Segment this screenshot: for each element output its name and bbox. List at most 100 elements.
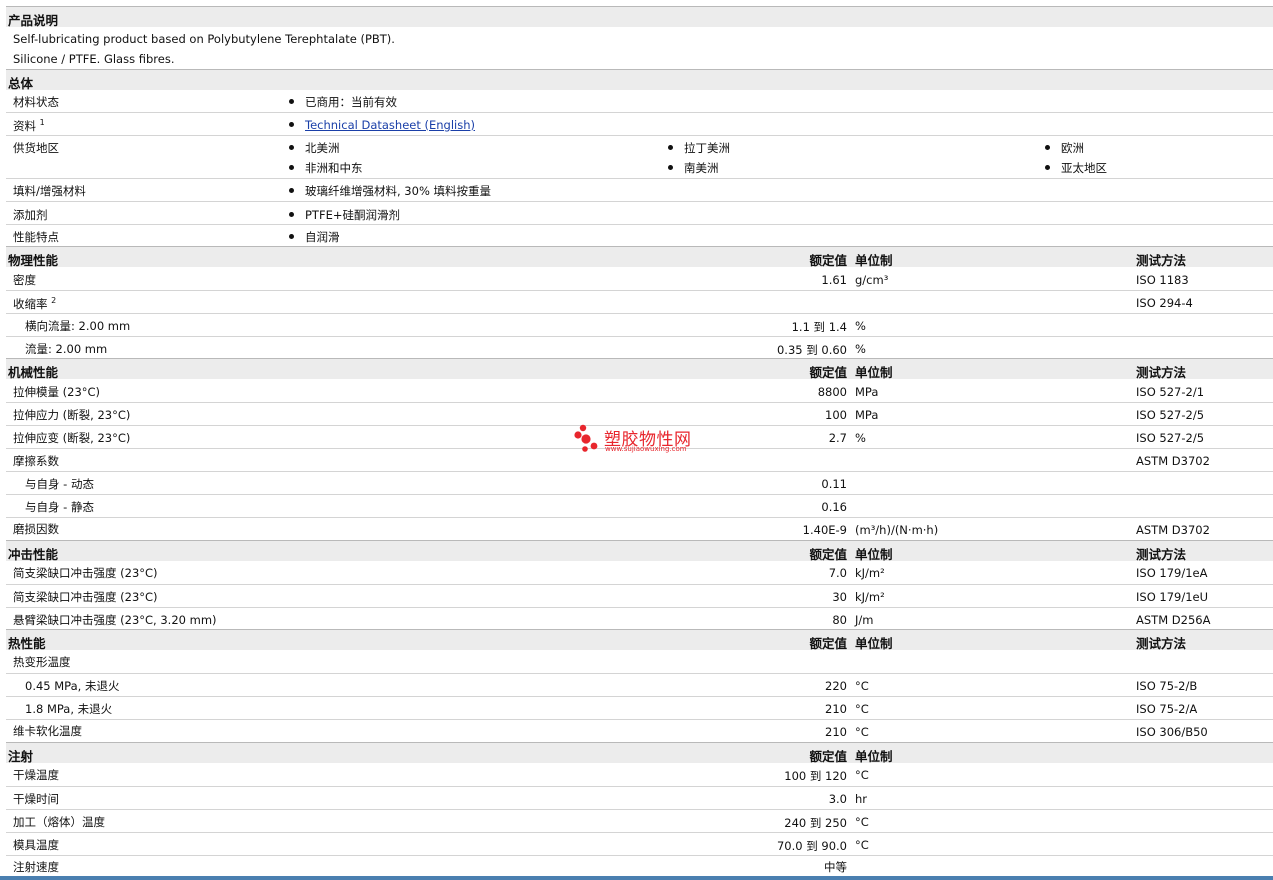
property-unit: MPa (855, 385, 879, 399)
property-value: 3.0 (828, 792, 847, 806)
supply-region: 欧洲 (1045, 140, 1084, 156)
property-unit: °C (855, 815, 869, 829)
general-row-status: 材料状态 已商用：当前有效 (6, 90, 1273, 112)
property-value: 240 到 250 (784, 816, 847, 830)
property-unit: hr (855, 792, 868, 806)
section-header-mechanical: 机械性能 额定值 单位制 测试方法 (6, 358, 1273, 380)
supply-region: 北美洲 (289, 140, 340, 156)
property-label: 干燥温度 (13, 768, 59, 782)
property-unit: (m³/h)/(N·m·h) (855, 523, 939, 537)
property-row: 模具温度 70.0 到 90.0 °C (6, 832, 1273, 855)
property-value: 中等 (824, 860, 847, 874)
property-row: 干燥温度 100 到 120 °C (6, 763, 1273, 786)
section-header-injection: 注射 额定值 单位制 (6, 742, 1273, 764)
property-unit: % (855, 431, 866, 445)
test-method: ISO 1183 (1136, 273, 1189, 287)
property-label: 拉伸应变 (断裂, 23°C) (13, 431, 131, 445)
supply-region: 南美洲 (668, 160, 719, 176)
property-unit: °C (855, 725, 869, 739)
row-label: 填料/增强材料 (13, 184, 86, 198)
property-row: 横向流量: 2.00 mm 1.1 到 1.4 % (6, 313, 1273, 336)
property-row: 干燥时间 3.0 hr (6, 786, 1273, 809)
property-value: 8800 (817, 385, 847, 399)
property-label: 干燥时间 (13, 792, 59, 806)
footnote-marker: 2 (51, 296, 57, 306)
property-value: 210 (825, 702, 847, 716)
bottom-scroll-edge (0, 876, 1273, 880)
property-unit: °C (855, 679, 869, 693)
property-unit: J/m (855, 613, 874, 627)
property-value: 210 (825, 725, 847, 739)
property-row: 与自身 - 动态 0.11 (6, 471, 1273, 494)
row-value: PTFE+硅酮润滑剂 (289, 207, 400, 223)
property-label: 摩擦系数 (13, 454, 59, 468)
property-unit: °C (855, 768, 869, 782)
property-label: 横向流量: 2.00 mm (25, 319, 131, 333)
property-row: 磨损因数 1.40E-9 (m³/h)/(N·m·h) ASTM D3702 (6, 517, 1273, 540)
test-method: ISO 179/1eU (1136, 590, 1209, 604)
section-header-physical: 物理性能 额定值 单位制 测试方法 (6, 246, 1273, 268)
property-unit: °C (855, 702, 869, 716)
property-label: 密度 (13, 273, 36, 287)
property-value: 100 到 120 (784, 769, 847, 783)
property-row: 拉伸模量 (23°C) 8800 MPa ISO 527-2/1 (6, 379, 1273, 402)
logo-dots-icon (574, 424, 598, 452)
description-line: Silicone / PTFE. Glass fibres. (13, 52, 175, 66)
property-label: 流量: 2.00 mm (25, 342, 108, 356)
property-row: 加工（熔体）温度 240 到 250 °C (6, 809, 1273, 832)
property-label: 收缩率 2 (13, 296, 57, 311)
test-method: ISO 306/B50 (1136, 725, 1208, 739)
property-value: 80 (832, 613, 847, 627)
property-value: 0.35 到 0.60 (776, 343, 847, 357)
test-method: ASTM D3702 (1136, 454, 1210, 468)
property-row: 流量: 2.00 mm 0.35 到 0.60 % (6, 336, 1273, 358)
supply-region: 拉丁美洲 (668, 140, 730, 156)
test-method: ISO 527-2/1 (1136, 385, 1205, 399)
test-method: ISO 294-4 (1136, 296, 1193, 310)
description-line: Self-lubricating product based on Polybu… (13, 32, 395, 46)
test-method: ISO 527-2/5 (1136, 431, 1205, 445)
property-value: 7.0 (828, 566, 847, 580)
section-header-general: 总体 (6, 69, 1273, 91)
property-value: 2.7 (828, 431, 847, 445)
test-method: ISO 527-2/5 (1136, 408, 1205, 422)
property-row: 0.45 MPa, 未退火 220 °C ISO 75-2/B (6, 673, 1273, 696)
technical-datasheet-link[interactable]: Technical Datasheet (English) (305, 118, 475, 132)
property-row: 注射速度 中等 (6, 855, 1273, 877)
row-label: 添加剂 (13, 208, 48, 222)
property-row: 收缩率 2 ISO 294-4 (6, 290, 1273, 313)
property-label: 与自身 - 动态 (25, 477, 94, 491)
property-label: 简支梁缺口冲击强度 (23°C) (13, 590, 158, 604)
section-header-description: 产品说明 (6, 6, 1273, 28)
property-value: 220 (825, 679, 847, 693)
property-label: 维卡软化温度 (13, 724, 82, 738)
property-label: 热变形温度 (13, 655, 71, 669)
general-row-docs: 资料 1 Technical Datasheet (English) (6, 112, 1273, 135)
row-value: 自润滑 (289, 229, 340, 245)
property-row: 1.8 MPa, 未退火 210 °C ISO 75-2/A (6, 696, 1273, 719)
property-unit: g/cm³ (855, 273, 889, 287)
section-header-impact: 冲击性能 额定值 单位制 测试方法 (6, 540, 1273, 562)
property-row: 维卡软化温度 210 °C ISO 306/B50 (6, 719, 1273, 742)
watermark-logo: 塑胶物性网 www.sujiaowuxing.com (574, 424, 714, 456)
property-label: 拉伸应力 (断裂, 23°C) (13, 408, 131, 422)
description-block: Self-lubricating product based on Polybu… (6, 27, 1273, 69)
row-value: 已商用：当前有效 (289, 94, 397, 110)
property-label: 模具温度 (13, 838, 59, 852)
property-row: 悬臂梁缺口冲击强度 (23°C, 3.20 mm) 80 J/m ASTM D2… (6, 607, 1273, 629)
property-value: 70.0 到 90.0 (776, 839, 847, 853)
property-unit: MPa (855, 408, 879, 422)
property-unit: % (855, 319, 866, 333)
property-value: 1.61 (821, 273, 847, 287)
general-row-supply: 供货地区 北美洲 拉丁美洲 欧洲 非洲和中东 南美洲 亚太地区 (6, 135, 1273, 178)
property-row: 密度 1.61 g/cm³ ISO 1183 (6, 267, 1273, 290)
property-label: 拉伸模量 (23°C) (13, 385, 101, 399)
property-row: 与自身 - 静态 0.16 (6, 494, 1273, 517)
row-label: 材料状态 (13, 95, 59, 109)
row-label: 资料 1 (13, 118, 45, 133)
test-method: ASTM D256A (1136, 613, 1211, 627)
test-method: ISO 179/1eA (1136, 566, 1208, 580)
general-row-feature: 性能特点 自润滑 (6, 224, 1273, 246)
property-row: 热变形温度 (6, 650, 1273, 673)
section-header-thermal: 热性能 额定值 单位制 测试方法 (6, 629, 1273, 651)
